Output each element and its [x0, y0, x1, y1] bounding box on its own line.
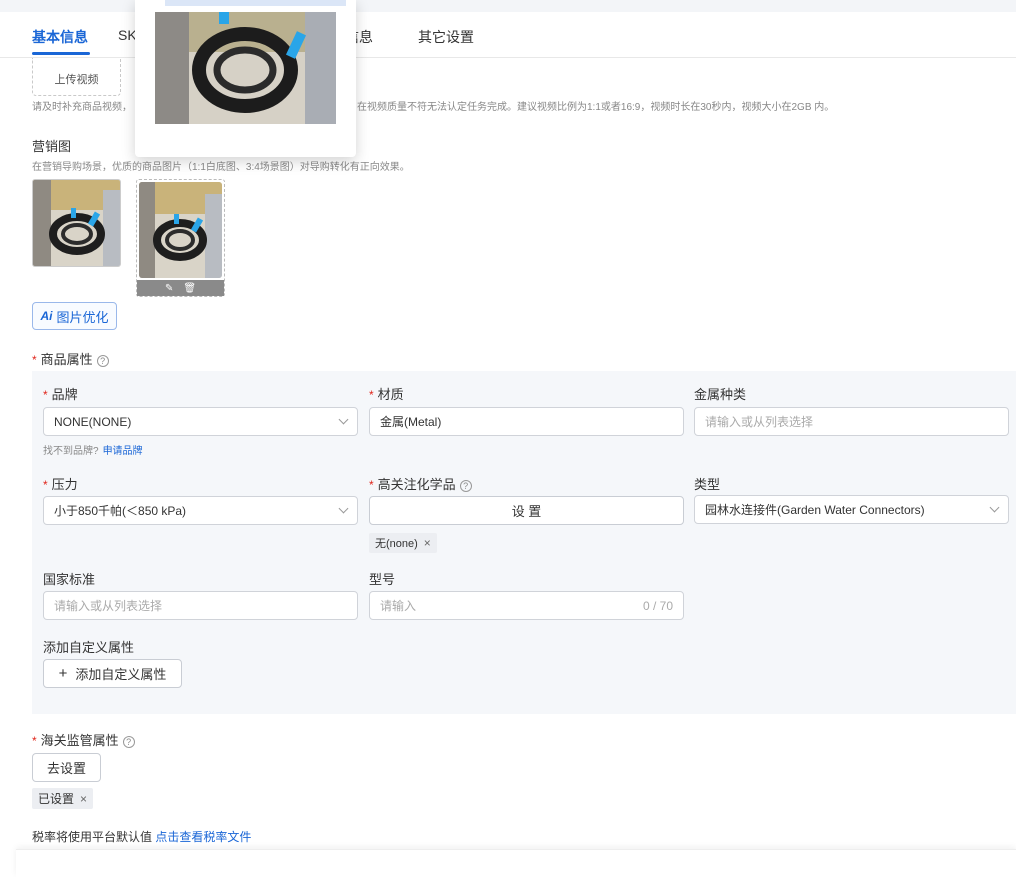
marketing-image-2[interactable]: ✎ 🗑 — [136, 179, 225, 297]
customs-settings-button[interactable]: 去设置 — [32, 753, 101, 782]
pressure-value: 小于850千帕(＜850 kPa) — [54, 504, 187, 518]
custom-attr-label: 添加自定义属性 — [43, 640, 135, 655]
close-icon[interactable]: × — [80, 792, 87, 806]
metal-type-label: 金属种类 — [694, 387, 747, 402]
brand-label: * 品牌 — [43, 384, 78, 403]
hose-photo — [33, 180, 120, 266]
chevron-down-icon — [338, 414, 349, 425]
close-icon[interactable]: × — [424, 536, 431, 550]
national-std-input[interactable]: 请输入或从列表选择 — [43, 591, 358, 620]
ai-icon: Ai — [40, 309, 53, 323]
tax-note-text: 税率将使用平台默认值 — [32, 830, 153, 844]
national-std-placeholder: 请输入或从列表选择 — [54, 599, 163, 613]
pressure-label: * 压力 — [43, 474, 78, 493]
add-custom-attr-button[interactable]: + 添加自定义属性 — [43, 659, 182, 688]
material-label-text: 材质 — [377, 387, 404, 402]
pressure-select[interactable]: 小于850千帕(＜850 kPa) — [43, 496, 358, 525]
marketing-image-2-photo — [139, 182, 222, 278]
model-char-counter: 0 / 70 — [642, 599, 673, 613]
required-mark: * — [369, 388, 374, 402]
type-select[interactable]: 园林水连接件(Garden Water Connectors) — [694, 495, 1009, 524]
required-mark: * — [43, 388, 48, 402]
hose-photo — [139, 182, 222, 278]
upload-video-label: 上传视频 — [54, 73, 99, 86]
type-value: 园林水连接件(Garden Water Connectors) — [705, 503, 925, 517]
ai-image-optimize-button[interactable]: Ai 图片优化 — [32, 302, 117, 330]
brand-hint-text: 找不到品牌? — [43, 446, 99, 457]
chemicals-settings-button[interactable]: 设 置 — [369, 496, 684, 525]
chemicals-label: * 高关注化学品? — [369, 474, 472, 493]
plus-icon: + — [58, 665, 68, 682]
material-value: 金属(Metal) — [380, 415, 442, 429]
chemicals-label-text: 高关注化学品 — [377, 477, 456, 492]
material-label: * 材质 — [369, 384, 404, 403]
trash-icon[interactable]: 🗑 — [183, 283, 196, 294]
video-hint-start: 请及时补充商品视频， — [32, 102, 132, 113]
tab-other-settings[interactable]: 其它设置 — [418, 27, 474, 47]
pressure-label-text: 压力 — [51, 477, 78, 492]
help-icon[interactable]: ? — [122, 735, 135, 748]
video-hint-end: 在视频质量不符无法认定任务完成。建议视频比例为1:1或者16:9，视频时长在30… — [357, 102, 835, 113]
national-std-label: 国家标准 — [43, 572, 96, 587]
help-icon[interactable]: ? — [96, 354, 109, 367]
tax-file-link[interactable]: 点击查看税率文件 — [155, 830, 251, 844]
tax-note: 税率将使用平台默认值 点击查看税率文件 — [32, 828, 251, 845]
chevron-down-icon — [338, 503, 349, 514]
model-input[interactable]: 请输入 0 / 70 — [369, 591, 684, 620]
marketing-title: 营销图 — [32, 139, 72, 154]
model-placeholder: 请输入 — [380, 599, 417, 613]
tab-sku[interactable]: SK — [118, 27, 137, 43]
help-icon[interactable]: ? — [459, 479, 472, 492]
brand-value: NONE(NONE) — [54, 414, 132, 429]
bottom-action-bar — [16, 849, 1016, 877]
required-mark: * — [32, 353, 37, 367]
attributes-panel: * 品牌 NONE(NONE) 找不到品牌? 申请品牌 * 材质 金属(Metal) … — [32, 371, 1016, 714]
brand-select[interactable]: NONE(NONE) — [43, 407, 358, 436]
type-label: 类型 — [694, 477, 721, 492]
preview-image — [155, 12, 336, 124]
customs-tag-text: 已设置 — [38, 792, 75, 806]
ai-button-label: 图片优化 — [56, 309, 109, 325]
customs-tag: 已设置 × — [32, 788, 94, 809]
chevron-down-icon — [989, 502, 1000, 513]
apply-brand-link[interactable]: 申请品牌 — [103, 446, 143, 457]
pencil-icon[interactable]: ✎ — [165, 283, 173, 294]
brand-hint: 找不到品牌? 申请品牌 — [43, 442, 143, 457]
required-mark: * — [43, 478, 48, 492]
model-label: 型号 — [369, 572, 396, 587]
brand-label-text: 品牌 — [51, 387, 78, 402]
marketing-image-1[interactable] — [32, 179, 121, 267]
customs-title: * 海关监管属性? — [32, 730, 135, 749]
tab-basic-info[interactable]: 基本信息 — [32, 27, 88, 47]
chemicals-tag-text: 无(none) — [375, 538, 418, 550]
upload-video-button[interactable]: 上传视频 — [32, 58, 121, 96]
hose-photo-large — [155, 12, 336, 124]
metal-type-input[interactable]: 请输入或从列表选择 — [694, 407, 1009, 436]
active-tab-indicator — [32, 52, 90, 55]
image-preview-popup — [135, 0, 356, 157]
product-edit-page: 基本信息 SK 包信息 其它设置 上传视频 请及时补充商品视频， 在视频质量不符… — [0, 0, 1016, 877]
attributes-title: * 商品属性? — [32, 349, 109, 368]
form-content: 上传视频 请及时补充商品视频， 在视频质量不符无法认定任务完成。建议视频比例为1… — [0, 58, 1016, 877]
chemicals-tag: 无(none) × — [369, 533, 437, 553]
required-mark: * — [369, 478, 374, 492]
marketing-hint: 在营销导购场景，优质的商品图片（1:1白底图、3:4场景图）对导购转化有正向效果… — [32, 162, 410, 173]
required-mark: * — [32, 734, 37, 748]
attributes-title-text: 商品属性 — [40, 352, 93, 367]
add-custom-attr-label: 添加自定义属性 — [75, 667, 167, 682]
material-input[interactable]: 金属(Metal) — [369, 407, 684, 436]
customs-title-text: 海关监管属性 — [40, 733, 119, 748]
metal-type-placeholder: 请输入或从列表选择 — [705, 415, 814, 429]
image-toolbar: ✎ 🗑 — [137, 280, 224, 296]
popup-top-bar — [165, 0, 346, 6]
